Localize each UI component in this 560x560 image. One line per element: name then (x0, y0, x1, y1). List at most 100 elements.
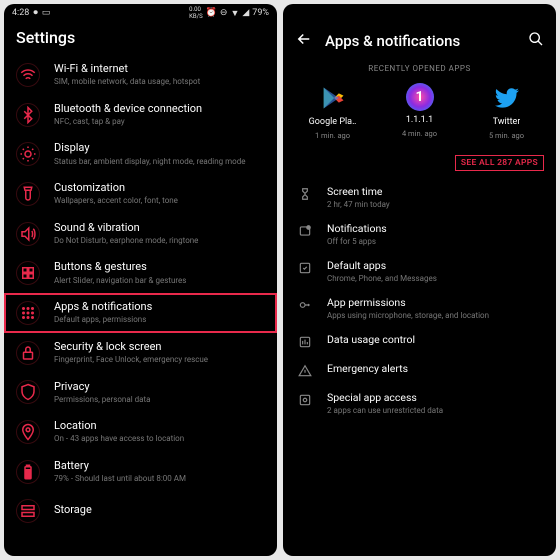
app-sub: 1 min. ago (315, 131, 350, 140)
item-sub: 79% - Should last until about 8:00 AM (54, 474, 265, 484)
battery-icon (16, 460, 40, 484)
item-apps-notifications[interactable]: Apps & notifications Default apps, permi… (4, 293, 277, 333)
item-label: Special app access (327, 391, 544, 405)
customization-icon (16, 182, 40, 206)
shield-icon (16, 380, 40, 404)
sound-icon (16, 222, 40, 246)
item-label: App permissions (327, 296, 544, 310)
speed-icon: 0.00KB/S (189, 6, 203, 20)
item-battery[interactable]: Battery 79% - Should last until about 8:… (4, 452, 277, 492)
settings-screen: 4:28 ⏺ ▭ 0.00KB/S ⏰ ⊖ ▼ ◢ 79% Settings W… (4, 4, 277, 556)
item-sub: Chrome, Phone, and Messages (327, 274, 544, 284)
item-storage[interactable]: Storage (4, 492, 277, 530)
see-all-row: SEE ALL 287 APPS (283, 148, 556, 179)
cloudflare-icon: 1 (406, 83, 434, 111)
recent-app-twitter[interactable]: Twitter 5 min. ago (472, 83, 542, 140)
item-notifications[interactable]: Notifications Off for 5 apps (283, 216, 556, 253)
notif-card-icon: ▭ (42, 8, 51, 18)
permissions-icon (297, 297, 313, 313)
storage-icon (16, 499, 40, 523)
item-label: Buttons & gestures (54, 260, 265, 274)
item-label: Emergency alerts (327, 362, 544, 376)
item-sub: Permissions, personal data (54, 395, 265, 405)
item-label: Wi-Fi & internet (54, 62, 265, 76)
app-sub: 5 min. ago (489, 131, 524, 140)
see-all-apps-link[interactable]: SEE ALL 287 APPS (455, 155, 544, 171)
item-sub: NFC, cast, tap & pay (54, 117, 265, 127)
item-label: Screen time (327, 185, 544, 199)
status-bar: 4:28 ⏺ ▭ 0.00KB/S ⏰ ⊖ ▼ ◢ 79% (4, 4, 277, 22)
app-name: 1.1.1.1 (406, 115, 433, 125)
item-label: Bluetooth & device connection (54, 102, 265, 116)
default-apps-icon (297, 260, 313, 276)
app-name: Twitter (493, 117, 521, 127)
back-button[interactable] (295, 30, 313, 52)
dnd-icon: ⊖ (220, 8, 228, 18)
twitter-icon (492, 83, 522, 113)
item-sub: Fingerprint, Face Unlock, emergency resc… (54, 355, 265, 365)
wifi-icon: ▼ (230, 8, 239, 19)
item-sub: Apps using microphone, storage, and loca… (327, 311, 544, 321)
status-bar-spacer (283, 4, 556, 22)
item-customization[interactable]: Customization Wallpapers, accent color, … (4, 174, 277, 214)
special-access-icon (297, 392, 313, 408)
item-sub: Do Not Disturb, earphone mode, ringtone (54, 236, 265, 246)
notifications-icon (297, 223, 313, 239)
item-screen-time[interactable]: Screen time 2 hr, 47 min today (283, 179, 556, 216)
section-label: RECENTLY OPENED APPS (283, 56, 556, 79)
item-label: Storage (54, 503, 265, 517)
item-label: Default apps (327, 259, 544, 273)
item-label: Privacy (54, 380, 265, 394)
item-sub: Status bar, ambient display, night mode,… (54, 157, 265, 167)
item-emergency-alerts[interactable]: Emergency alerts (283, 356, 556, 385)
item-label: Security & lock screen (54, 340, 265, 354)
app-sub: 4 min. ago (402, 129, 437, 138)
apps-notifications-screen: Apps & notifications RECENTLY OPENED APP… (283, 4, 556, 556)
battery-pct: 79% (252, 8, 269, 18)
apps-settings-list[interactable]: Screen time 2 hr, 47 min today Notificat… (283, 179, 556, 556)
display-icon (16, 142, 40, 166)
item-sub: 2 hr, 47 min today (327, 200, 544, 210)
item-label: Sound & vibration (54, 221, 265, 235)
item-default-apps[interactable]: Default apps Chrome, Phone, and Messages (283, 253, 556, 290)
wifi-icon (16, 63, 40, 87)
notif-dot-icon: ⏺ (33, 8, 38, 18)
alert-icon (297, 363, 313, 379)
item-privacy[interactable]: Privacy Permissions, personal data (4, 373, 277, 413)
app-name: Google Pla‥ (309, 117, 357, 127)
search-button[interactable] (528, 31, 544, 51)
item-display[interactable]: Display Status bar, ambient display, nig… (4, 134, 277, 174)
item-label: Battery (54, 459, 265, 473)
item-buttons[interactable]: Buttons & gestures Alert Slider, navigat… (4, 253, 277, 293)
location-icon (16, 420, 40, 444)
recent-apps: Google Pla‥ 1 min. ago 1 1.1.1.1 4 min. … (283, 79, 556, 148)
item-label: Apps & notifications (54, 300, 265, 314)
header: Apps & notifications (283, 22, 556, 56)
buttons-icon (16, 261, 40, 285)
clock: 4:28 (12, 8, 29, 18)
item-sub: SIM, mobile network, data usage, hotspot (54, 77, 265, 87)
settings-list[interactable]: Wi-Fi & internet SIM, mobile network, da… (4, 55, 277, 556)
item-label: Notifications (327, 222, 544, 236)
recent-app-google-play[interactable]: Google Pla‥ 1 min. ago (298, 83, 368, 140)
page-title: Settings (4, 22, 277, 55)
item-app-permissions[interactable]: App permissions Apps using microphone, s… (283, 290, 556, 327)
play-store-icon (318, 83, 348, 113)
item-special-access[interactable]: Special app access 2 apps can use unrest… (283, 385, 556, 422)
page-title: Apps & notifications (325, 32, 460, 50)
item-security[interactable]: Security & lock screen Fingerprint, Face… (4, 333, 277, 373)
item-data-usage[interactable]: Data usage control (283, 327, 556, 356)
recent-app-1111[interactable]: 1 1.1.1.1 4 min. ago (385, 83, 455, 140)
item-location[interactable]: Location On - 43 apps have access to loc… (4, 412, 277, 452)
lock-icon (16, 341, 40, 365)
data-usage-icon (297, 334, 313, 350)
item-sub: On - 43 apps have access to location (54, 434, 265, 444)
item-sound[interactable]: Sound & vibration Do Not Disturb, earpho… (4, 214, 277, 254)
item-bluetooth[interactable]: Bluetooth & device connection NFC, cast,… (4, 95, 277, 135)
item-label: Data usage control (327, 333, 544, 347)
item-wifi-internet[interactable]: Wi-Fi & internet SIM, mobile network, da… (4, 55, 277, 95)
item-sub: Off for 5 apps (327, 237, 544, 247)
alarm-icon: ⏰ (206, 8, 217, 18)
item-label: Location (54, 419, 265, 433)
item-sub: Alert Slider, navigation bar & gestures (54, 276, 265, 286)
